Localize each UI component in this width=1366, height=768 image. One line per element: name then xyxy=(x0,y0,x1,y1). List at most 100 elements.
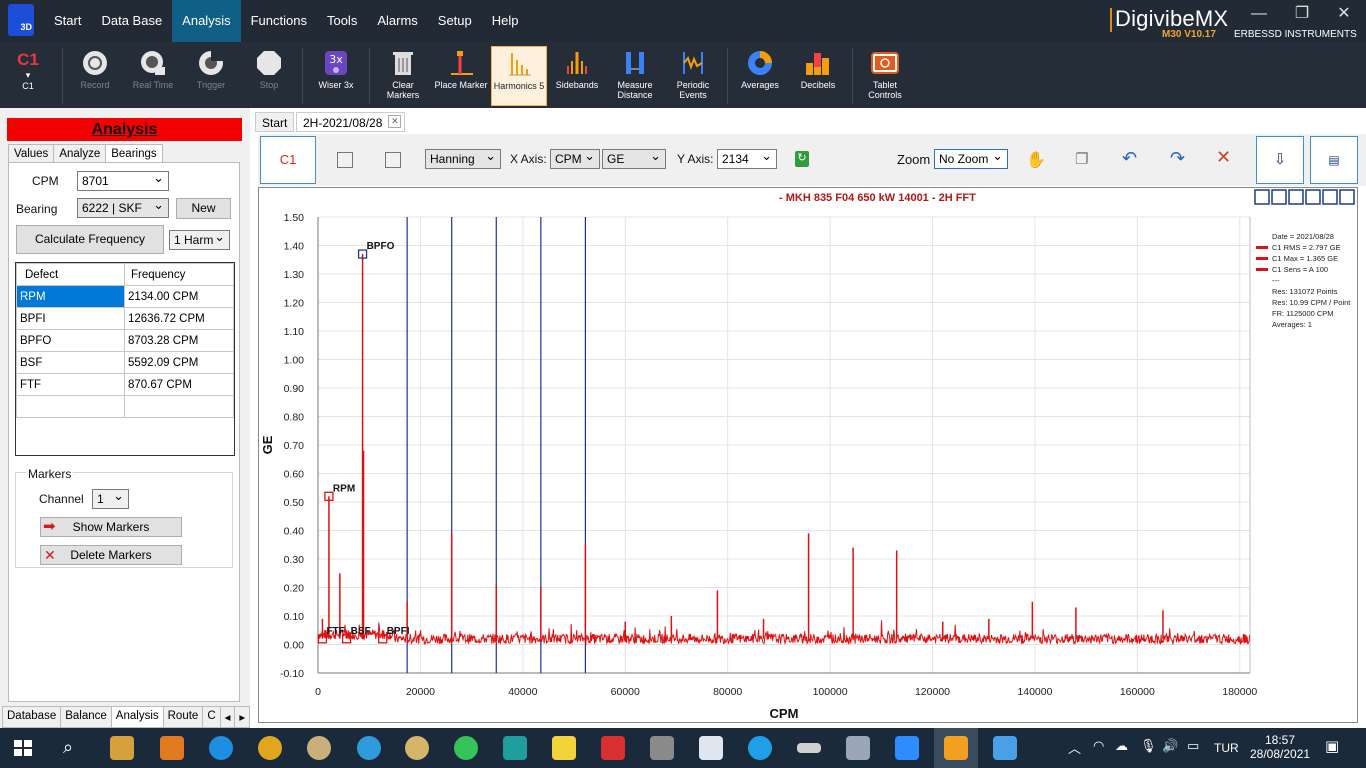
zoom-app-icon[interactable] xyxy=(895,736,919,760)
digivibe-taskbar-item[interactable] xyxy=(934,728,978,768)
menu-alarms[interactable]: Alarms xyxy=(367,0,427,42)
doc-tab-fft[interactable]: 2H-2021/08/28 ✕ xyxy=(296,112,406,132)
stop-button[interactable]: Stop xyxy=(241,46,297,106)
camera-icon[interactable] xyxy=(650,736,674,760)
battery-icon[interactable]: ▭ xyxy=(1187,738,1199,754)
calculator-icon[interactable] xyxy=(503,736,527,760)
language-indicator[interactable]: TUR xyxy=(1214,741,1239,755)
cloud-icon[interactable]: ☁ xyxy=(1115,738,1128,754)
tab-bearings[interactable]: Bearings xyxy=(105,144,163,163)
tray-chevron-icon[interactable]: ︿ xyxy=(1068,738,1081,757)
paint-icon[interactable] xyxy=(307,736,331,760)
tab-database[interactable]: Database xyxy=(2,706,62,728)
y-axis-combo[interactable]: 2134 xyxy=(717,148,777,169)
wiser-3x-button[interactable]: 3x Wiser 3x xyxy=(308,46,364,106)
tablet-controls-button[interactable]: Tablet Controls xyxy=(857,46,913,106)
wifi-icon[interactable]: ◠ xyxy=(1093,738,1104,754)
averages-button[interactable]: Averages xyxy=(732,46,788,106)
table-row[interactable]: FTF 870.67 CPM xyxy=(16,373,234,396)
bearing-combo[interactable]: 6222 | SKF xyxy=(77,197,169,218)
calculate-frequency-button[interactable]: Calculate Frequency xyxy=(16,225,164,254)
table-row[interactable] xyxy=(16,395,234,418)
tab-scroll-right[interactable]: ▸ xyxy=(234,706,251,728)
tab-route[interactable]: Route xyxy=(162,706,204,728)
undo-icon[interactable]: ↶ xyxy=(1122,148,1137,169)
table-row[interactable]: BPFO 8703.28 CPM xyxy=(16,329,234,352)
telegram-icon[interactable] xyxy=(357,736,381,760)
notification-icon[interactable]: ▣ xyxy=(1325,737,1339,755)
clear-x-icon[interactable]: ✕ xyxy=(1216,147,1231,168)
store-icon[interactable] xyxy=(110,736,134,760)
tab-balance[interactable]: Balance xyxy=(60,706,112,728)
close-tab-icon[interactable]: ✕ xyxy=(388,115,402,128)
c1-channel-button[interactable]: C1 xyxy=(260,136,316,184)
menu-help[interactable]: Help xyxy=(482,0,529,42)
menu-database[interactable]: Data Base xyxy=(91,0,172,42)
show-markers-button[interactable]: ➡ Show Markers xyxy=(40,517,182,537)
palette-icon[interactable] xyxy=(405,736,429,760)
microphone-icon[interactable]: 🎙 xyxy=(1140,738,1157,754)
redo-icon[interactable]: ↷ xyxy=(1170,148,1185,169)
place-marker-button[interactable]: Place Marker xyxy=(433,46,489,106)
clear-markers-button[interactable]: Clear Markers xyxy=(375,46,431,106)
real-time-button[interactable]: Real Time xyxy=(125,46,181,106)
menu-start[interactable]: Start xyxy=(44,0,91,42)
clock[interactable]: 18:57 28/08/2021 xyxy=(1250,733,1310,761)
table-row[interactable]: BPFI 12636.72 CPM xyxy=(16,307,234,330)
whatsapp-icon[interactable] xyxy=(454,736,478,760)
fft-plot[interactable]: - MKH 835 F04 650 kW 14001 - 2H FFT -0.10… xyxy=(258,187,1358,723)
new-bearing-button[interactable]: New xyxy=(176,198,231,219)
app-logo[interactable]: 3D xyxy=(8,4,34,36)
refresh-icon[interactable]: ↻ xyxy=(795,151,809,167)
menu-functions[interactable]: Functions xyxy=(241,0,317,42)
table-row[interactable]: RPM 2134.00 CPM xyxy=(16,285,234,308)
photos-icon[interactable] xyxy=(993,736,1017,760)
chrome-icon[interactable] xyxy=(258,736,282,760)
edge-icon[interactable] xyxy=(209,736,233,760)
tools-icon[interactable] xyxy=(846,736,870,760)
fft-chart[interactable]: - MKH 835 F04 650 kW 14001 - 2H FFT -0.10… xyxy=(259,188,1357,722)
tab-c[interactable]: C xyxy=(202,706,221,728)
table-row[interactable]: BSF 5592.09 CPM xyxy=(16,351,234,374)
zoom-combo[interactable]: No Zoom xyxy=(934,148,1008,169)
window-combo[interactable]: Hanning xyxy=(425,148,501,169)
delete-markers-button[interactable]: ✕ Delete Markers xyxy=(40,545,182,565)
skype-icon[interactable] xyxy=(748,736,772,760)
decibels-button[interactable]: Decibels xyxy=(790,46,846,106)
harmonics-combo[interactable]: 1 Harm xyxy=(169,229,230,250)
tab-analysis[interactable]: Analysis xyxy=(110,706,164,728)
tab-scroll-left[interactable]: ◂ xyxy=(219,706,236,728)
menu-tools[interactable]: Tools xyxy=(317,0,367,42)
x-axis-combo[interactable]: CPM xyxy=(550,148,600,169)
copy-icon[interactable]: ❐ xyxy=(1075,150,1088,168)
windows-start-icon[interactable] xyxy=(14,740,32,756)
close-button[interactable]: ✕ xyxy=(1322,2,1366,28)
measure-distance-button[interactable]: Measure Distance xyxy=(607,46,663,106)
grid-view-icon[interactable] xyxy=(337,152,353,168)
report-icon[interactable]: ▤ xyxy=(1310,136,1358,184)
wave-view-icon[interactable] xyxy=(385,152,401,168)
maximize-button[interactable]: ❐ xyxy=(1280,2,1324,28)
harmonics-button[interactable]: Harmonics 5 xyxy=(491,46,547,106)
minimize-button[interactable]: — xyxy=(1237,2,1281,28)
channel-combo[interactable]: 1 xyxy=(92,488,129,509)
channel-selector[interactable]: C1 ▾ C1 xyxy=(10,50,46,91)
tab-values[interactable]: Values xyxy=(8,144,55,163)
outlook-icon[interactable] xyxy=(160,736,184,760)
export-icon[interactable]: ⇩ xyxy=(1256,136,1304,184)
tab-analyze[interactable]: Analyze xyxy=(53,144,107,163)
keyboard-icon[interactable] xyxy=(797,743,821,753)
menu-setup[interactable]: Setup xyxy=(428,0,482,42)
document-icon[interactable] xyxy=(699,736,723,760)
doc-tab-start[interactable]: Start xyxy=(255,112,295,132)
search-icon[interactable]: ⌕ xyxy=(63,737,73,758)
cpm-combo[interactable]: 8701 xyxy=(77,170,169,191)
unit-combo[interactable]: GE xyxy=(602,148,666,169)
pdf-icon[interactable] xyxy=(601,736,625,760)
periodic-events-button[interactable]: Periodic Events xyxy=(665,46,721,106)
trigger-button[interactable]: Trigger xyxy=(183,46,239,106)
sticky-notes-icon[interactable] xyxy=(552,736,576,760)
record-button[interactable]: Record xyxy=(67,46,123,106)
pan-hand-icon[interactable]: ✋ xyxy=(1026,150,1046,170)
volume-icon[interactable]: 🔊 xyxy=(1162,738,1178,754)
